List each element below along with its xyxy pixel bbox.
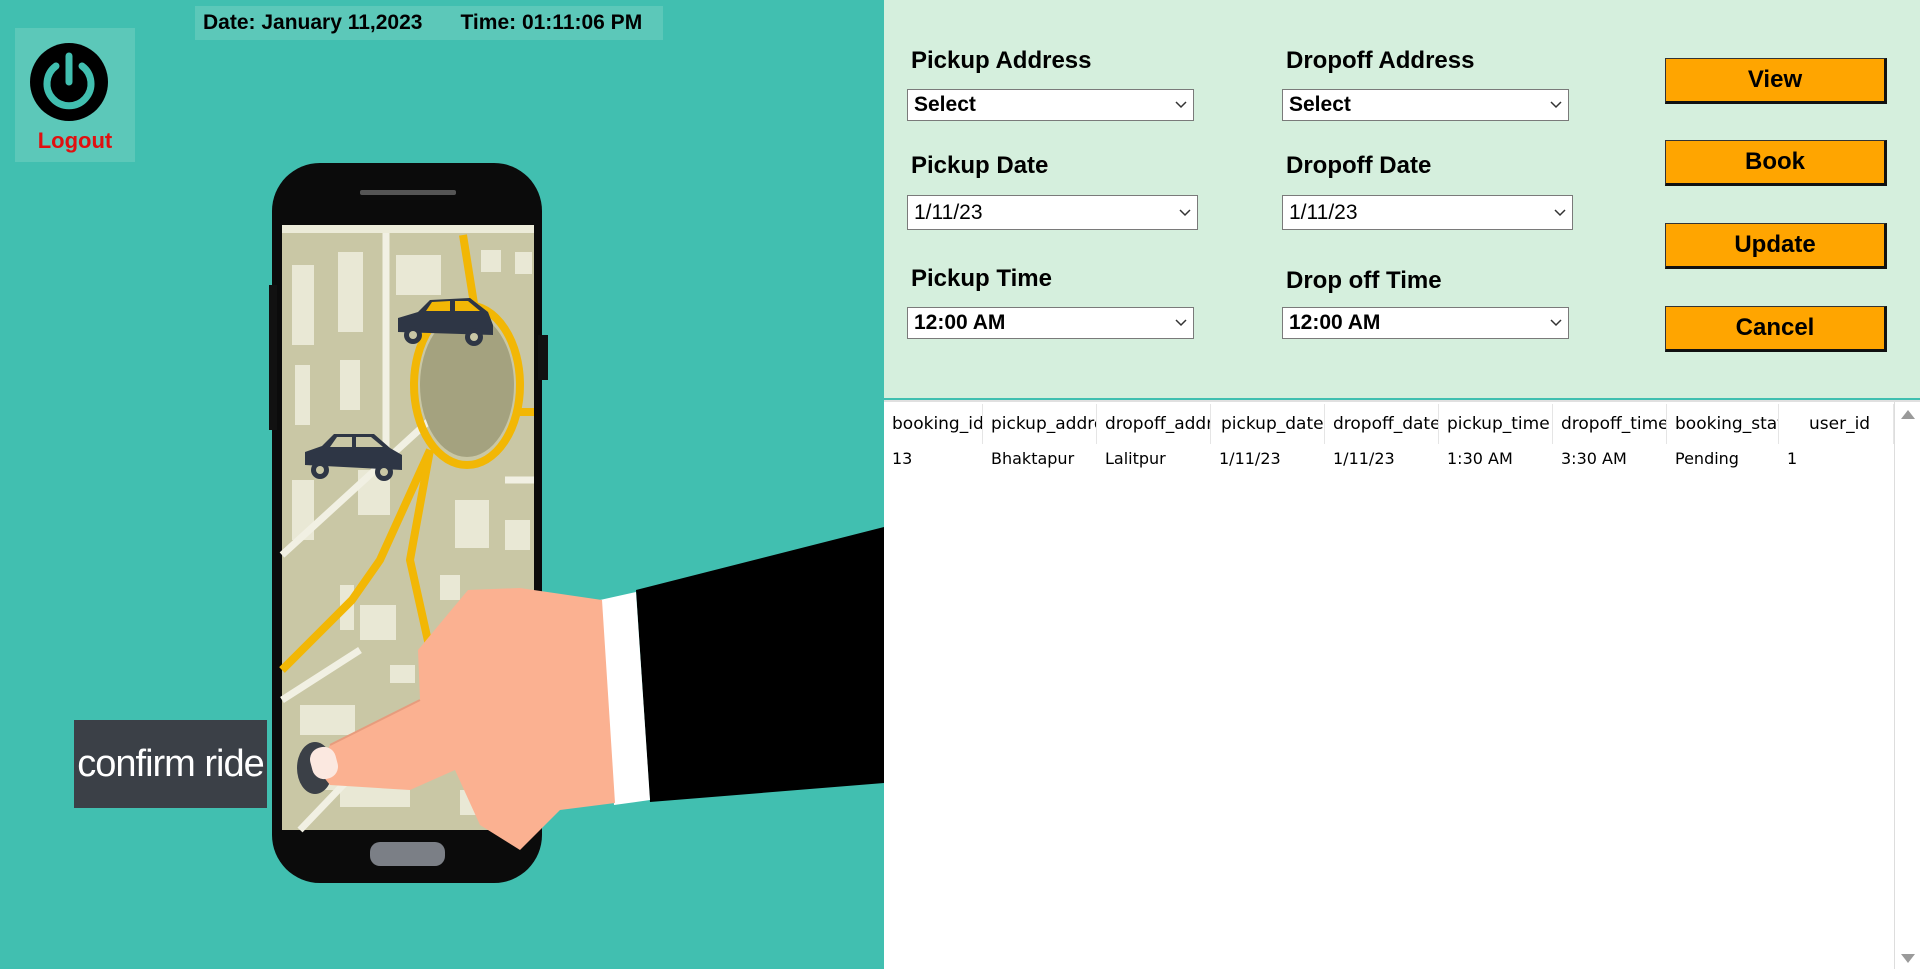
illustration-panel: Date: January 11,2023 Time: 01:11:06 PM …: [0, 0, 884, 967]
chevron-down-icon: [1544, 308, 1568, 338]
scroll-up-arrow-icon[interactable]: [1901, 410, 1915, 419]
scroll-down-arrow-icon[interactable]: [1901, 954, 1915, 963]
pickup-time-label: Pickup Time: [911, 265, 1052, 292]
column-header[interactable]: dropoff_addr: [1097, 404, 1211, 444]
table-cell: Lalitpur: [1105, 448, 1166, 468]
column-header[interactable]: pickup_addre: [983, 404, 1097, 444]
column-header[interactable]: booking_stat: [1667, 404, 1779, 444]
confirm-ride-caption: confirm ride: [74, 720, 267, 808]
column-header[interactable]: dropoff_date: [1325, 404, 1439, 444]
bookings-table[interactable]: booking_id pickup_addre dropoff_addr pic…: [884, 400, 1920, 969]
table-cell: 1/11/23: [1219, 448, 1281, 468]
column-header[interactable]: user_id: [1779, 404, 1894, 444]
chevron-down-icon: [1169, 308, 1193, 338]
table-cell: 13: [892, 448, 913, 468]
book-button[interactable]: Book: [1665, 140, 1887, 186]
update-button[interactable]: Update: [1665, 223, 1887, 269]
chevron-down-icon: [1169, 90, 1193, 120]
logout-label: Logout: [37, 128, 113, 153]
table-cell: Bhaktapur: [991, 448, 1075, 468]
column-header[interactable]: pickup_time: [1439, 404, 1553, 444]
pickup-address-select[interactable]: Select: [907, 89, 1194, 121]
column-header[interactable]: pickup_date: [1211, 404, 1325, 444]
power-icon: [30, 43, 108, 121]
pickup-address-label: Pickup Address: [911, 47, 1092, 74]
dropoff-address-label: Dropoff Address: [1286, 47, 1475, 74]
table-cell: 3:30 AM: [1561, 448, 1627, 468]
chevron-down-icon: [1548, 196, 1572, 229]
dropoff-date-picker[interactable]: 1/11/23: [1282, 195, 1573, 230]
table-header: booking_id pickup_addre dropoff_addr pic…: [884, 404, 1894, 444]
dropoff-time-select[interactable]: 12:00 AM: [1282, 307, 1569, 339]
column-header[interactable]: booking_id: [884, 404, 983, 444]
datetime-bar: Date: January 11,2023 Time: 01:11:06 PM: [195, 6, 663, 40]
dropoff-time-label: Drop off Time: [1286, 267, 1442, 294]
view-button[interactable]: View: [1665, 58, 1887, 104]
table-cell: 1/11/23: [1333, 448, 1395, 468]
pickup-date-label: Pickup Date: [911, 152, 1049, 179]
dropoff-address-select[interactable]: Select: [1282, 89, 1569, 121]
chevron-down-icon: [1544, 90, 1568, 120]
table-row[interactable]: 13 Bhaktapur Lalitpur 1/11/23 1/11/23 1:…: [884, 444, 1894, 472]
current-date: Date: January 11,2023: [203, 11, 423, 34]
cancel-button[interactable]: Cancel: [1665, 306, 1887, 352]
chevron-down-icon: [1173, 196, 1197, 229]
dropoff-date-label: Dropoff Date: [1286, 152, 1432, 179]
vertical-scrollbar[interactable]: [1894, 402, 1920, 969]
current-time: Time: 01:11:06 PM: [460, 11, 643, 34]
table-cell: 1:30 AM: [1447, 448, 1513, 468]
pickup-date-picker[interactable]: 1/11/23: [907, 195, 1198, 230]
table-cell: Pending: [1675, 448, 1739, 468]
pickup-time-select[interactable]: 12:00 AM: [907, 307, 1194, 339]
table-cell: 1: [1787, 448, 1798, 468]
column-header[interactable]: dropoff_time: [1553, 404, 1667, 444]
logout-button[interactable]: Logout: [15, 28, 135, 162]
